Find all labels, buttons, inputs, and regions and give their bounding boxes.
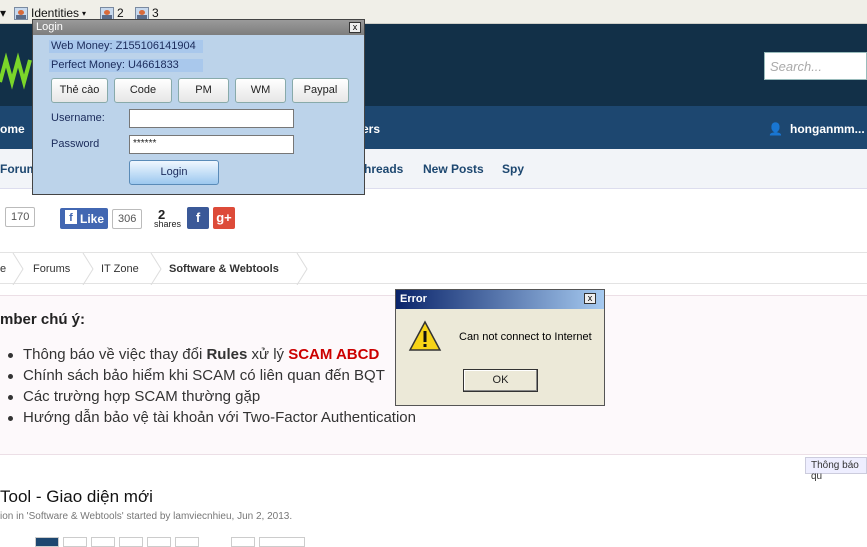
google-plus-share-icon[interactable]: g+ (213, 207, 235, 229)
nav-home[interactable]: ome (0, 122, 25, 136)
user-icon: 👤 (768, 122, 783, 136)
page-nav-item[interactable] (231, 537, 255, 547)
subnav-new-posts[interactable]: New Posts (423, 162, 484, 176)
facebook-like-button[interactable]: Like (60, 208, 108, 229)
login-title: Login (33, 20, 364, 35)
the-cao-button[interactable]: Thẻ cào (51, 78, 108, 103)
share-count: 170 (5, 207, 36, 227)
facebook-share-icon[interactable]: f (187, 207, 209, 229)
page-nav-item[interactable] (175, 537, 199, 547)
paypal-button[interactable]: Paypal (292, 78, 349, 103)
breadcrumb: e Forums IT Zone Software & Webtools (0, 252, 867, 285)
login-button[interactable]: Login (129, 160, 219, 185)
breadcrumb-forums[interactable]: Forums (33, 263, 70, 275)
breadcrumb-separator-icon (150, 253, 162, 285)
wm-button[interactable]: WM (235, 78, 286, 103)
close-icon[interactable]: x (584, 293, 596, 304)
breadcrumb-current[interactable]: Software & Webtools (169, 263, 279, 275)
identity-icon (14, 6, 28, 20)
error-title: Error (396, 290, 604, 309)
breadcrumb-separator-icon (82, 253, 94, 285)
breadcrumb-separator-icon (296, 253, 308, 285)
page-nav-item[interactable] (35, 537, 59, 547)
search-input[interactable]: Search... (764, 52, 867, 80)
page-nav-item[interactable] (91, 537, 115, 547)
ok-button[interactable]: OK (463, 369, 538, 392)
pm-button[interactable]: PM (178, 78, 229, 103)
notice-title: mber chú ý: (0, 311, 86, 328)
page-nav-next[interactable] (259, 537, 305, 547)
perfectmoney-info: Perfect Money: U4661833 (49, 59, 203, 72)
user-menu[interactable]: honganmm... (790, 122, 865, 136)
identities-label: Identities (31, 6, 80, 20)
warning-icon (408, 320, 442, 351)
subnav-spy[interactable]: Spy (502, 162, 524, 176)
identity-icon (100, 6, 114, 20)
chevron-down-icon: ▾ (82, 8, 87, 18)
page-nav-item[interactable] (147, 537, 171, 547)
breadcrumb-separator-icon (12, 253, 24, 285)
password-label: Password (51, 138, 100, 150)
notice-item[interactable]: Hướng dẫn bảo vệ tài khoản với Two-Facto… (8, 409, 416, 426)
username-field[interactable] (129, 109, 294, 128)
breadcrumb-home[interactable]: e (0, 263, 6, 275)
page-nav-item[interactable] (119, 537, 143, 547)
close-icon[interactable]: x (349, 22, 361, 33)
thread-title: Tool - Giao diện mới (0, 487, 153, 506)
username-label: Username: (51, 112, 105, 124)
thread-meta: ion in 'Software & Webtools' started by … (0, 511, 293, 522)
webmoney-info: Web Money: Z155106141904 (49, 40, 203, 53)
notice-tab[interactable]: Thông báo qu (805, 457, 867, 482)
notice-item[interactable]: Các trường hợp SCAM thường gặp (8, 388, 260, 405)
error-message: Can not connect to Internet (459, 331, 592, 343)
breadcrumb-it-zone[interactable]: IT Zone (101, 263, 139, 275)
shares-label: shares (154, 219, 182, 229)
notice-item[interactable]: Thông báo về việc thay đổi Rules xử lý S… (8, 346, 379, 363)
subnav-threads[interactable]: hreads (364, 162, 403, 176)
password-field[interactable]: ****** (129, 135, 294, 154)
code-button[interactable]: Code (114, 78, 172, 103)
notice-item[interactable]: Chính sách bảo hiểm khi SCAM có liên qua… (8, 367, 385, 384)
facebook-like-count: 306 (112, 209, 143, 229)
identity-icon (135, 6, 149, 20)
page-nav-item[interactable] (63, 537, 87, 547)
dropdown-arrow-icon[interactable]: ▾ (0, 5, 6, 21)
